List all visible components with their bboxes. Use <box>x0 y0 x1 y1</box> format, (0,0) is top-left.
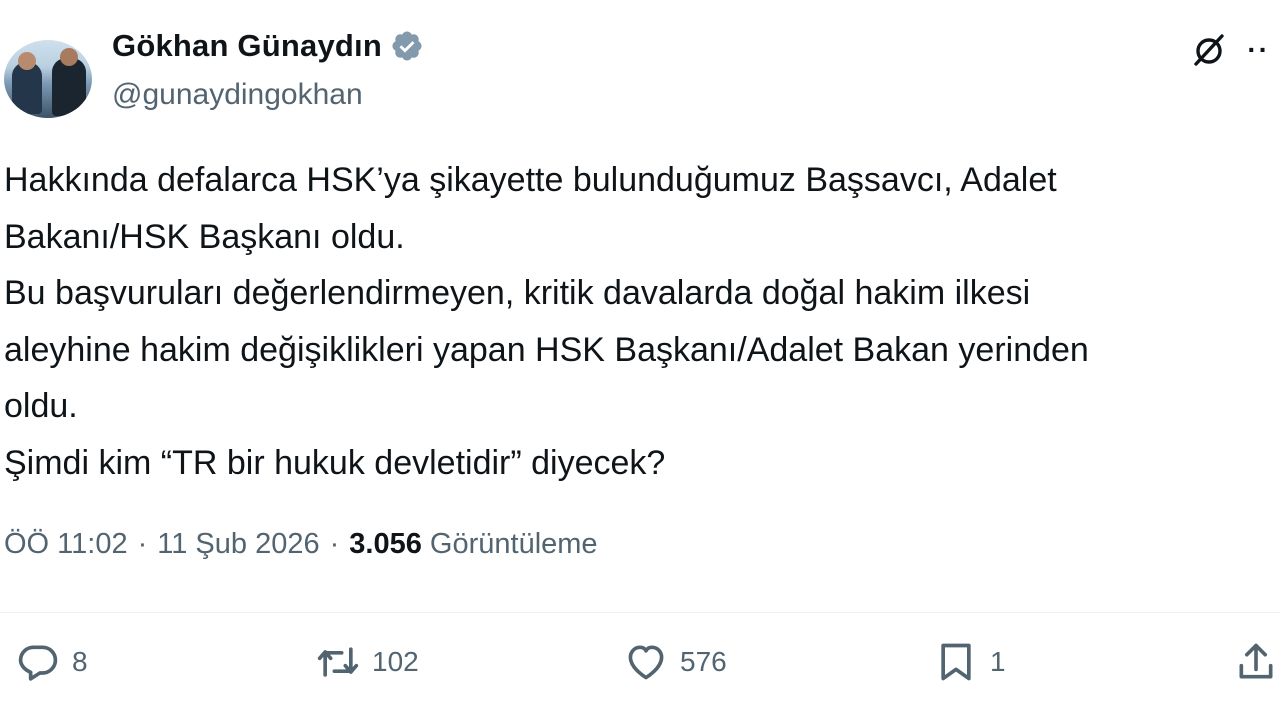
verified-badge-icon[interactable] <box>390 29 424 63</box>
tweet-line: Bu başvuruları değerlendirmeyen, kritik … <box>4 274 1031 312</box>
meta-separator: · <box>329 528 340 560</box>
tweet-line: aleyhine hakim değişiklikleri yapan HSK … <box>4 330 1089 369</box>
views-label: Görüntüleme <box>429 528 598 560</box>
author-handle[interactable]: @gunaydingokhan <box>112 78 363 112</box>
bookmark-icon <box>941 643 971 681</box>
like-button[interactable]: 576 <box>624 640 727 684</box>
tweet-line: oldu. <box>4 387 78 425</box>
retweet-count: 102 <box>372 646 419 677</box>
avatar-head-left <box>18 52 36 70</box>
avatar-head-right <box>60 48 78 66</box>
author-name-row: Gökhan Günaydın <box>112 28 424 64</box>
action-bar: 8 102 576 1 <box>0 640 1280 700</box>
reply-count: 8 <box>72 646 88 677</box>
retweet-icon <box>317 647 359 677</box>
author-name[interactable]: Gökhan Günaydın <box>112 28 382 64</box>
avatar-person-right <box>52 58 86 116</box>
heart-icon <box>628 645 664 680</box>
tweet-time[interactable]: ÖÖ 11:02 <box>4 528 128 561</box>
tweet-meta: ÖÖ 11:02 · 11 Şub 2026 · 3.056 Görüntüle… <box>4 528 598 561</box>
header-actions: ·· <box>1189 30 1270 70</box>
like-count: 576 <box>680 646 727 677</box>
tweet-date[interactable]: 11 Şub 2026 <box>157 528 319 561</box>
tweet-text: Hakkında defalarca HSK’ya şikayette bulu… <box>4 152 1280 491</box>
bookmark-button[interactable]: 1 <box>934 640 1006 684</box>
divider <box>0 612 1280 613</box>
more-icon[interactable]: ·· <box>1247 36 1270 64</box>
bookmark-count: 1 <box>990 646 1006 677</box>
tweet-line: Hakkında defalarca HSK’ya şikayette bulu… <box>4 161 1057 199</box>
grok-icon[interactable] <box>1189 30 1229 70</box>
reply-icon <box>18 645 58 681</box>
tweet-line: Şimdi kim “TR bir hukuk devletidir” diye… <box>4 443 666 482</box>
tweet-line: Bakanı/HSK Başkanı oldu. <box>4 217 405 256</box>
avatar[interactable] <box>4 40 92 118</box>
views-count: 3.056 <box>349 528 422 560</box>
reply-button[interactable]: 8 <box>16 640 88 684</box>
retweet-button[interactable]: 102 <box>316 640 419 684</box>
share-icon <box>1239 643 1273 679</box>
share-button[interactable] <box>1234 640 1278 684</box>
meta-separator: · <box>137 528 148 560</box>
